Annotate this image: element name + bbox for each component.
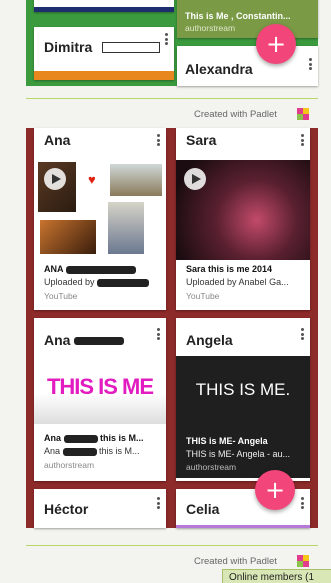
card-title-line: Sara this is me 2014 — [186, 264, 273, 274]
board-section-main: Ana ♥ ANA Uploaded by YouTube Sara Sara … — [26, 128, 318, 528]
presentation-thumbnail[interactable]: THIS IS ME — [34, 356, 166, 424]
section-divider — [26, 545, 318, 546]
heart-icon: ♥ — [88, 172, 96, 187]
card-angela-presentation[interactable]: Angela THIS IS ME. THIS is ME- Angela TH… — [176, 318, 310, 481]
card-subtitle-line: THIS is ME- Angela - au... — [186, 449, 291, 459]
card-hector[interactable]: Héctor — [34, 489, 166, 528]
card-title: Dimitra — [44, 39, 93, 55]
padlet-logo-icon — [297, 555, 309, 567]
card-title: Ana — [44, 132, 71, 148]
play-icon[interactable] — [44, 168, 66, 190]
card-source: authorstream — [44, 460, 95, 470]
redaction-mark — [97, 278, 150, 287]
more-options-icon[interactable] — [301, 328, 305, 340]
card-top-right[interactable]: This is Me , Constantin... authorstream — [177, 0, 318, 38]
thumbnail-text: THIS IS ME — [46, 374, 154, 399]
created-with-padlet-label[interactable]: Created with Padlet — [194, 556, 277, 567]
more-options-icon[interactable] — [157, 134, 161, 146]
card-title: Angela — [186, 332, 233, 348]
created-with-padlet-label[interactable]: Created with Padlet — [194, 109, 277, 120]
online-members-tab[interactable]: Online members (1 — [222, 569, 331, 583]
more-options-icon[interactable] — [301, 134, 305, 146]
card-source: YouTube — [186, 291, 220, 301]
card-source: authorstream — [185, 23, 236, 33]
card-title-line: Ana this is M... — [44, 433, 144, 443]
card-title-line: ANA — [44, 263, 158, 275]
more-options-icon[interactable] — [157, 497, 161, 509]
card-title: Héctor — [44, 501, 89, 517]
card-uploader-line: Uploaded by Anabel Ga... — [186, 277, 289, 287]
padlet-page: Dimitra This is Me , Constantin... autho… — [0, 0, 331, 583]
card-ana-video[interactable]: Ana ♥ ANA Uploaded by YouTube — [34, 128, 166, 310]
card-sara-video[interactable]: Sara Sara this is me 2014 Uploaded by An… — [176, 128, 310, 310]
card-title-line: This is Me , Constantin... — [185, 11, 291, 21]
card-title: Alexandra — [185, 61, 253, 77]
name-box — [102, 42, 160, 53]
more-options-icon[interactable] — [309, 58, 313, 70]
card-source: YouTube — [44, 291, 78, 301]
padlet-logo-icon — [297, 108, 309, 120]
card-title: Celia — [186, 501, 220, 517]
card-subtitle-line: Ana this is M... — [44, 446, 140, 456]
video-thumbnail-collage[interactable]: ♥ — [38, 160, 162, 258]
redaction-mark — [74, 337, 125, 346]
more-options-icon[interactable] — [157, 328, 161, 340]
card-alexandra[interactable]: Alexandra — [177, 46, 318, 86]
section-divider — [26, 98, 318, 99]
card-title-line: THIS is ME- Angela — [186, 436, 268, 446]
card-ana-presentation[interactable]: Ana THIS IS ME Ana this is M... Ana this… — [34, 318, 166, 481]
card-title: Ana — [44, 332, 125, 348]
more-options-icon[interactable] — [301, 497, 305, 509]
add-post-button[interactable]: + — [256, 24, 296, 64]
thumbnail-text: THIS IS ME. — [195, 380, 291, 399]
redaction-mark — [63, 434, 98, 443]
card-title: Sara — [186, 132, 217, 148]
card-source: authorstream — [186, 462, 237, 472]
card-top-left-stub[interactable] — [34, 0, 174, 12]
redaction-mark — [65, 265, 136, 274]
card-uploader-line: Uploaded by — [44, 276, 158, 288]
play-icon[interactable] — [184, 168, 206, 190]
redaction-mark — [62, 447, 97, 456]
card-dimitra[interactable]: Dimitra — [34, 27, 174, 80]
more-options-icon[interactable] — [165, 33, 169, 45]
add-post-button[interactable]: + — [255, 470, 295, 510]
